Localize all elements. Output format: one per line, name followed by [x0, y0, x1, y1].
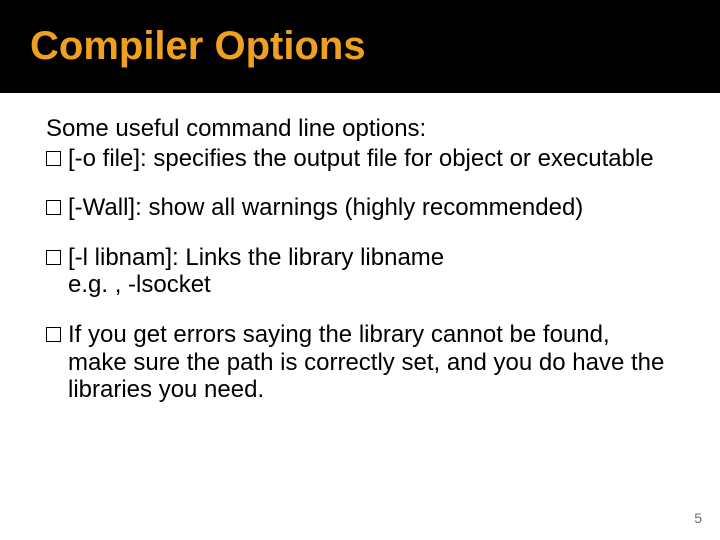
bullet-item: If you get errors saying the library can…: [46, 321, 674, 404]
bullet-item: [-o file]: specifies the output file for…: [46, 145, 674, 173]
bullet-text: If you get errors saying the library can…: [68, 321, 664, 403]
bullet-item: [-l libnam]: Links the library libname e…: [46, 244, 674, 299]
bullet-text: [-l libnam]: Links the library libname: [68, 244, 444, 271]
intro-text: Some useful command line options:: [46, 115, 674, 143]
bullet-list: [-o file]: specifies the output file for…: [46, 145, 674, 404]
header-band: Compiler Options: [0, 0, 720, 93]
bullet-text: [-o file]: specifies the output file for…: [68, 145, 654, 172]
slide: Compiler Options Some useful command lin…: [0, 0, 720, 540]
slide-body: Some useful command line options: [-o fi…: [0, 93, 720, 404]
bullet-text: [-Wall]: show all warnings (highly recom…: [68, 194, 583, 221]
page-number: 5: [694, 510, 702, 526]
bullet-subtext: e.g. , -lsocket: [68, 271, 674, 299]
slide-title: Compiler Options: [30, 24, 720, 69]
bullet-item: [-Wall]: show all warnings (highly recom…: [46, 194, 674, 222]
